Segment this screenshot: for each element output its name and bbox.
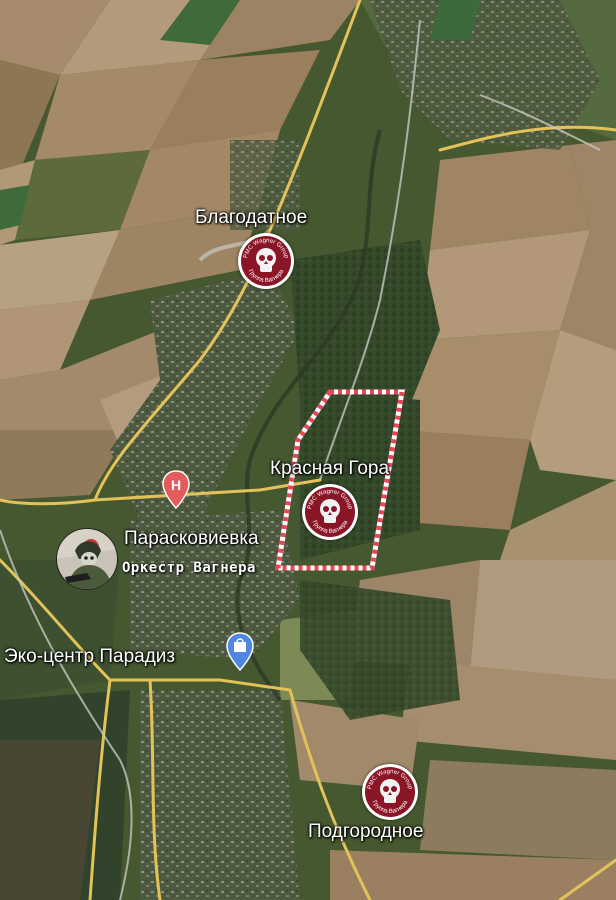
svg-text:PMC Wagner Group: PMC Wagner Group [307,489,353,511]
wagner-emblem-icon[interactable]: PMC Wagner Group Группа Вагнера [362,764,418,820]
wagner-emblem-icon[interactable]: PMC Wagner Group Группа Вагнера [238,233,294,289]
channel-avatar[interactable] [56,528,118,590]
place-label-krasnaya-gora: Красная Гора [270,458,390,479]
shopping-bag-pin-icon[interactable] [226,632,254,672]
svg-text:Группа Вагнера: Группа Вагнера [371,799,410,815]
svg-text:PMC Wagner Group: PMC Wagner Group [367,769,413,791]
soldier-avatar-icon [57,529,117,589]
svg-text:H: H [171,477,181,493]
svg-text:Группа Вагнера: Группа Вагнера [247,268,286,284]
emblem-ring-text: PMC Wagner Group Группа Вагнера [243,238,289,284]
hotel-pin-icon[interactable]: H [162,470,190,510]
place-label-eko-centr: Эко-центр Парадиз [4,646,176,667]
wagner-emblem-icon[interactable]: PMC Wagner Group Группа Вагнера [302,484,358,540]
svg-text:Группа Вагнера: Группа Вагнера [311,519,350,535]
satellite-map[interactable]: PMC Wagner Group Группа Вагнера PMC Wagn… [0,0,616,900]
emblem-ring-text: PMC Wagner Group Группа Вагнера [367,769,413,815]
svg-text:PMC Wagner Group: PMC Wagner Group [243,238,289,260]
place-label-paraskovievka: Парасковиевка [124,528,259,549]
channel-caption: Оркестр Вагнера [122,560,256,576]
place-label-blagodatnoe: Благодатное [195,207,308,228]
satellite-imagery [0,0,616,900]
emblem-ring-text: PMC Wagner Group Группа Вагнера [307,489,353,535]
place-label-podgorodnoe: Подгородное [308,821,424,842]
